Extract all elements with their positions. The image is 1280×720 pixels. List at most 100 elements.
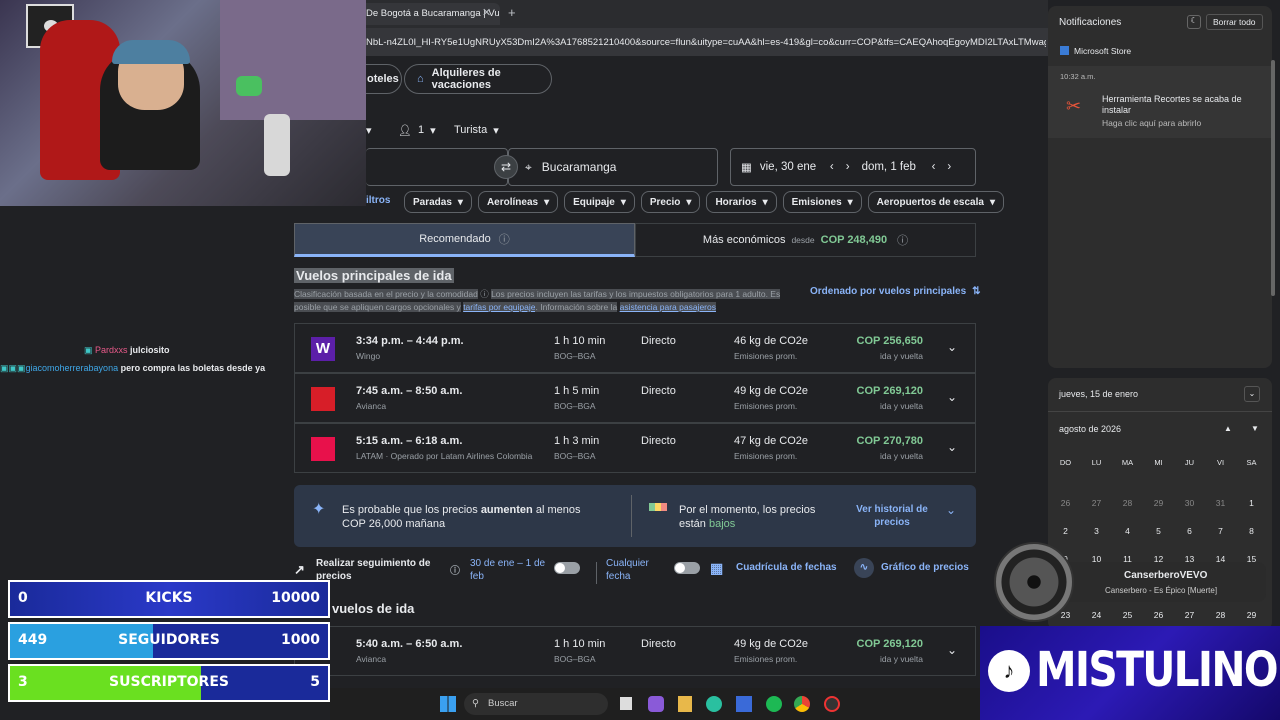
expand-icon[interactable]: ⌄ xyxy=(947,440,957,454)
flight-row[interactable]: 5:40 a.m. – 6:50 a.m. Avianca 1 h 10 min… xyxy=(294,626,976,676)
return-date[interactable]: dom, 1 feb xyxy=(862,161,932,173)
flight-stops: Directo xyxy=(641,385,676,397)
url-text[interactable]: NbL-n4ZL0I_HI-RY5e1UgNRUyX53DmI2A%3A1768… xyxy=(366,37,1046,48)
flight-duration: 1 h 10 min xyxy=(554,335,606,347)
store-icon xyxy=(1060,46,1069,55)
flight-row[interactable]: 7:45 a.m. – 8:50 a.m. Avianca 1 h 5 min … xyxy=(294,373,976,423)
calendar-day[interactable]: 31 xyxy=(1205,498,1236,508)
collapse-icon[interactable]: ⌄ xyxy=(1244,386,1260,402)
nav-vacation-rentals[interactable]: ⌂ Alquileres de vacaciones xyxy=(404,64,552,94)
calendar-day[interactable]: 4 xyxy=(1112,526,1143,536)
calendar-day[interactable]: 2 xyxy=(1050,526,1081,536)
notification-time: 10:32 a.m. xyxy=(1060,72,1096,81)
date-field[interactable]: ▦ vie, 30 ene ‹ › dom, 1 feb ‹ › xyxy=(730,148,976,186)
calendar-day[interactable]: 29 xyxy=(1143,498,1174,508)
info-icon[interactable]: ⓘ xyxy=(450,562,460,577)
track-any-toggle[interactable] xyxy=(674,562,700,574)
origin-field[interactable] xyxy=(366,148,508,186)
new-tab-icon[interactable]: + xyxy=(508,5,516,20)
next-month-icon[interactable]: ▼ xyxy=(1251,424,1259,433)
calendar-day[interactable]: 25 xyxy=(1112,610,1143,620)
filter-bags[interactable]: Equipaje ▾ xyxy=(564,191,635,213)
scrollbar[interactable] xyxy=(1271,60,1275,296)
obs-icon[interactable] xyxy=(824,696,840,712)
info-icon[interactable]: ⓘ xyxy=(897,232,908,248)
trip-type-chevron-icon[interactable]: ▾ xyxy=(366,124,372,137)
tab-cheapest[interactable]: Más económicos desde COP 248,490 ⓘ xyxy=(635,223,976,257)
prev-date-icon[interactable]: ‹ xyxy=(830,161,834,173)
info-icon[interactable]: ⓘ xyxy=(499,231,510,247)
calendar-day[interactable]: 5 xyxy=(1143,526,1174,536)
calendar-day[interactable]: 27 xyxy=(1174,610,1205,620)
calendar-day[interactable]: 7 xyxy=(1205,526,1236,536)
expand-icon[interactable]: ⌄ xyxy=(947,390,957,404)
calendar-day[interactable]: 3 xyxy=(1081,526,1112,536)
notification-app: Microsoft Store xyxy=(1074,46,1132,56)
focus-icon[interactable]: ☾ xyxy=(1187,15,1201,29)
airline-logo-icon xyxy=(311,437,335,461)
calendar-day[interactable]: 1 xyxy=(1236,498,1267,508)
notification-card[interactable]: 10:32 a.m. ✂ Herramienta Recortes se aca… xyxy=(1048,66,1272,138)
depart-date[interactable]: vie, 30 ene xyxy=(760,161,830,173)
close-tab-icon[interactable]: ✕ xyxy=(482,6,491,19)
calendar-day[interactable]: 6 xyxy=(1174,526,1205,536)
date-grid-button[interactable]: Cuadrícula de fechas xyxy=(736,562,837,573)
calendar-day[interactable]: 27 xyxy=(1081,498,1112,508)
expand-icon[interactable]: ⌄ xyxy=(947,340,957,354)
calendar-day[interactable]: 28 xyxy=(1205,610,1236,620)
next-date-icon[interactable]: › xyxy=(846,161,850,173)
edge-icon[interactable] xyxy=(706,696,722,712)
clear-all-button[interactable]: Borrar todo xyxy=(1206,14,1263,30)
calendar-day[interactable]: 28 xyxy=(1112,498,1143,508)
windows-start-icon[interactable] xyxy=(440,696,456,712)
copilot-icon[interactable] xyxy=(648,696,664,712)
filter-airlines[interactable]: Aerolíneas ▾ xyxy=(477,191,559,213)
chat-text: julciosito xyxy=(130,345,170,355)
calendar-day[interactable]: 8 xyxy=(1236,526,1267,536)
divider xyxy=(631,495,632,537)
now-playing-card[interactable]: CanserberoVEVO Canserbero - Es Épico [Mu… xyxy=(1062,562,1266,602)
store-app-icon[interactable] xyxy=(736,696,752,712)
passengers-select[interactable]: 👤︎ 1 ▾ xyxy=(398,124,436,137)
flight-row[interactable]: 5:15 a.m. – 6:18 a.m. LATAM · Operado po… xyxy=(294,423,976,473)
flight-route: BOG–BGA xyxy=(554,654,596,664)
price-graph-button[interactable]: Gráfico de precios xyxy=(881,562,969,573)
prev-month-icon[interactable]: ▲ xyxy=(1224,424,1232,433)
spotify-icon[interactable] xyxy=(766,696,782,712)
tab-recommended-label: Recomendado xyxy=(419,233,491,245)
price-history-link[interactable]: Ver historial de precios xyxy=(852,503,932,529)
calendar-day[interactable]: 30 xyxy=(1174,498,1205,508)
filter-price[interactable]: Precio ▾ xyxy=(640,191,701,213)
expand-icon[interactable]: ⌄ xyxy=(947,643,957,657)
sort-button[interactable]: Ordenado por vuelos principales ⇅ xyxy=(810,286,981,297)
flight-row[interactable]: W 3:34 p.m. – 4:44 p.m. Wingo 1 h 10 min… xyxy=(294,323,976,373)
destination-field[interactable]: ⌖ Bucaramanga xyxy=(508,148,718,186)
filter-emissions[interactable]: Emisiones ▾ xyxy=(782,191,862,213)
task-view-icon[interactable] xyxy=(620,697,632,710)
filter-connecting-airports[interactable]: Aeropuertos de escala ▾ xyxy=(867,191,1004,213)
calendar-day[interactable]: 29 xyxy=(1236,610,1267,620)
filter-times[interactable]: Horarios ▾ xyxy=(706,191,777,213)
filter-stops[interactable]: Paradas ▾ xyxy=(404,191,472,213)
prev-date-icon[interactable]: ‹ xyxy=(932,161,936,173)
calendar-month[interactable]: agosto de 2026 xyxy=(1059,424,1121,434)
chevron-down-icon[interactable]: ⌄ xyxy=(946,503,956,517)
track-dates-toggle[interactable] xyxy=(554,562,580,574)
chrome-icon[interactable] xyxy=(794,696,810,712)
file-explorer-icon[interactable] xyxy=(678,696,692,712)
calendar-day[interactable]: 24 xyxy=(1081,610,1112,620)
cheapest-price: COP 248,490 xyxy=(820,234,888,246)
calendar-day[interactable]: 26 xyxy=(1143,610,1174,620)
taskbar-search[interactable]: ⚲ Buscar xyxy=(464,693,608,715)
next-date-icon[interactable]: › xyxy=(947,161,951,173)
browser-tab[interactable]: De Bogotá a Bucaramanga | Vu xyxy=(360,3,500,25)
passenger-assistance-link[interactable]: asistencia para pasajeros xyxy=(619,302,716,312)
chevron-down-icon: ▾ xyxy=(493,125,499,137)
info-icon[interactable]: ⓘ xyxy=(480,289,489,299)
swap-icon[interactable]: ⇄ xyxy=(494,155,518,179)
all-filters-button[interactable]: iltros xyxy=(366,195,390,206)
cabin-select[interactable]: Turista ▾ xyxy=(454,124,499,137)
baggage-fees-link[interactable]: tarifas por equipaje xyxy=(463,302,536,312)
tab-recommended[interactable]: Recomendado ⓘ xyxy=(294,223,635,257)
calendar-day[interactable]: 26 xyxy=(1050,498,1081,508)
